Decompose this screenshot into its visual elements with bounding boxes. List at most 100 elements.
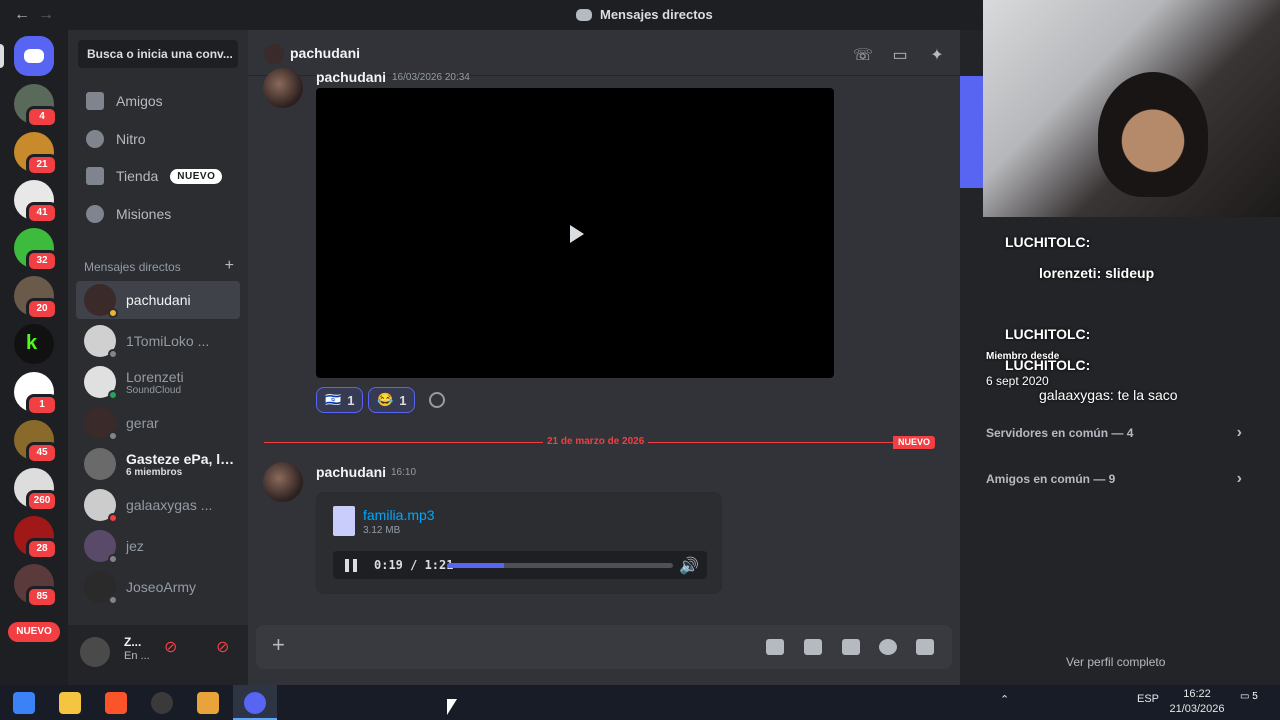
windows-start-icon[interactable]	[13, 692, 35, 714]
dm-item[interactable]: JoseoArmy	[76, 568, 240, 606]
dm-section-header: Mensajes directos +	[84, 257, 234, 275]
profile-banner	[960, 76, 984, 188]
file-explorer-icon[interactable]	[59, 692, 81, 714]
new-tag: NUEVO	[170, 168, 223, 184]
emoji-icon[interactable]	[879, 639, 897, 655]
divider-date: 21 de marzo de 2026	[543, 436, 649, 447]
new-badge: NUEVO	[893, 436, 936, 449]
home-button[interactable]	[14, 36, 54, 76]
avatar	[84, 489, 118, 523]
reaction-button[interactable]: 😂 1	[368, 387, 416, 413]
reaction-button[interactable]: 🇮🇱 1	[316, 387, 364, 413]
avatar[interactable]	[80, 637, 110, 667]
fl-studio-icon[interactable]	[197, 692, 219, 714]
add-attachment-button[interactable]: +	[272, 634, 285, 656]
status-indicator	[108, 431, 118, 441]
video-call-icon[interactable]: ▭	[891, 45, 909, 64]
server-icon[interactable]: 45	[14, 420, 58, 464]
voice-call-icon[interactable]: ☏	[853, 45, 873, 64]
arrow-left-icon[interactable]: ←	[14, 6, 30, 24]
dm-item[interactable]: Lorenzeti SoundCloud	[76, 363, 240, 401]
add-reaction-icon[interactable]	[429, 392, 445, 408]
server-icon[interactable]: 21	[14, 132, 58, 176]
language-indicator[interactable]: ESP	[1137, 693, 1159, 705]
avatar	[84, 284, 118, 318]
status-indicator	[108, 554, 118, 564]
avatar	[84, 571, 118, 605]
dm-item-group[interactable]: Gasteze ePa, le... 6 miembros	[76, 445, 240, 483]
webcam-person	[1098, 72, 1208, 197]
file-size: 3.12 MB	[363, 525, 401, 536]
nitro-icon	[86, 130, 104, 148]
server-icon[interactable]: 32	[14, 228, 58, 272]
nav-friends[interactable]: Amigos	[76, 84, 240, 118]
overlay-chat-line: galaaxygas: te la saco	[1039, 387, 1178, 403]
file-name-link[interactable]: familia.mp3	[363, 507, 435, 523]
message-author[interactable]: pachudani	[316, 464, 386, 480]
avatar	[84, 325, 118, 359]
view-full-profile-link[interactable]: Ver perfil completo	[1066, 655, 1165, 669]
server-icon[interactable]: 1	[14, 372, 58, 416]
obs-icon[interactable]	[151, 692, 173, 714]
mouse-cursor	[447, 699, 457, 715]
progress-bar[interactable]	[447, 563, 673, 568]
play-icon[interactable]	[570, 225, 584, 243]
avatar[interactable]	[263, 462, 303, 502]
friends-icon	[86, 92, 104, 110]
message-timestamp: 16/03/2026 20:34	[392, 72, 470, 83]
server-icon[interactable]: 28	[14, 516, 58, 560]
dm-item[interactable]: gerar	[76, 404, 240, 442]
avatar[interactable]	[263, 68, 303, 108]
gift-icon[interactable]	[766, 639, 784, 655]
chevron-right-icon: ›	[1236, 470, 1242, 487]
server-icon[interactable]: 85	[14, 564, 58, 608]
volume-icon[interactable]: 🔊	[679, 556, 699, 576]
message-author[interactable]: pachudani	[316, 69, 386, 85]
avatar	[264, 44, 284, 64]
nav-nitro[interactable]: Nitro	[76, 122, 240, 156]
server-icon[interactable]: 260	[14, 468, 58, 512]
user-panel: Z... En ... ⊘ ⊘ ⚙	[68, 625, 288, 685]
status-indicator	[108, 513, 118, 523]
mute-mic-icon[interactable]: ⊘	[164, 637, 177, 657]
dm-item[interactable]: jez	[76, 527, 240, 565]
kick-server-icon[interactable]: k	[14, 324, 54, 364]
avatar	[84, 407, 118, 441]
dm-item-pachudani[interactable]: pachudani	[76, 281, 240, 319]
search-input[interactable]: Busca o inicia una conv...	[78, 40, 238, 68]
audio-player: 0:19 / 1:21 🔊	[333, 551, 707, 579]
mutual-servers-button[interactable]: Servidores en común — 4 ›	[976, 416, 1252, 450]
brave-browser-icon[interactable]	[105, 692, 127, 714]
gif-icon[interactable]	[804, 639, 822, 655]
playback-time: 0:19 / 1:21	[374, 558, 454, 572]
status-indicator	[108, 349, 118, 359]
pin-icon[interactable]: ✦	[928, 45, 946, 64]
tray-overflow-icon[interactable]: ⌃	[1000, 693, 1009, 706]
notification-center-icon[interactable]: ▭ 5	[1240, 691, 1258, 702]
apps-icon[interactable]	[916, 639, 934, 655]
nav-shop[interactable]: Tienda NUEVO	[76, 159, 240, 193]
message-composer[interactable]: +	[256, 625, 952, 669]
mutual-friends-button[interactable]: Amigos en común — 9 ›	[976, 462, 1252, 496]
new-unreads-pill[interactable]: NUEVO	[8, 622, 60, 642]
server-icon[interactable]: 20	[14, 276, 58, 320]
avatar	[84, 530, 118, 564]
status-indicator	[108, 390, 118, 400]
discord-icon	[24, 49, 44, 63]
server-icon[interactable]: 41	[14, 180, 58, 224]
overlay-chat-line: LUCHITOLC:	[1005, 234, 1091, 250]
audio-attachment: familia.mp3 3.12 MB 0:19 / 1:21 🔊	[316, 492, 722, 594]
pause-icon[interactable]	[345, 559, 357, 572]
arrow-right-icon[interactable]: →	[38, 6, 54, 24]
deafen-icon[interactable]: ⊘	[216, 637, 229, 657]
nav-quests[interactable]: Misiones	[76, 197, 240, 231]
discord-taskbar-icon[interactable]	[244, 692, 266, 714]
add-dm-button[interactable]: +	[225, 258, 234, 274]
audio-file-icon	[333, 506, 355, 536]
discord-app: ← → Mensajes directos 4 21 41 32 20 k 1 …	[0, 0, 1280, 685]
sticker-icon[interactable]	[842, 639, 860, 655]
dm-item[interactable]: galaaxygas ...	[76, 486, 240, 524]
server-icon[interactable]: 4	[14, 84, 58, 128]
dm-item[interactable]: 1TomiLoko ...	[76, 322, 240, 360]
taskbar-clock[interactable]: 16:22 21/03/2026	[1168, 687, 1226, 717]
